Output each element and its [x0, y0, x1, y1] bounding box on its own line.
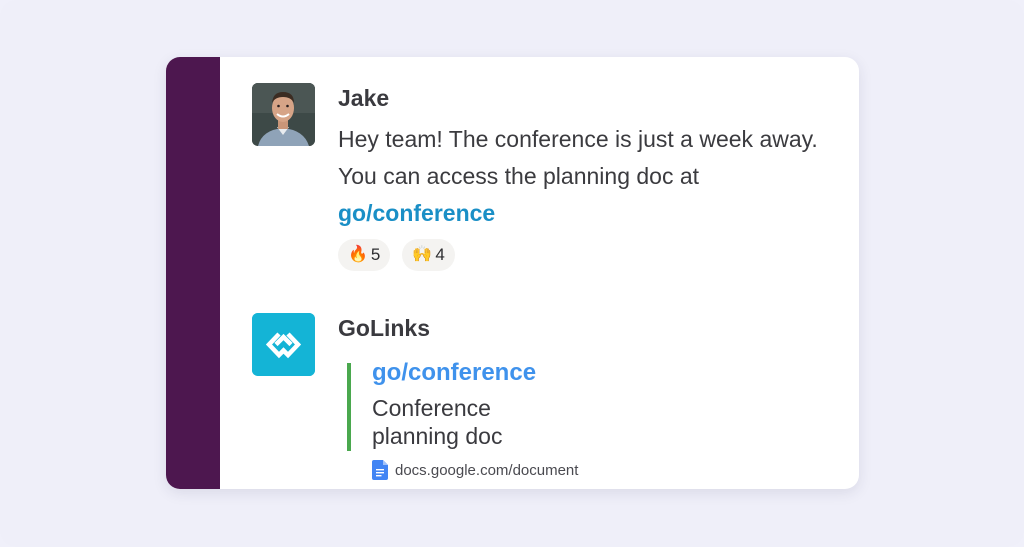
- message-body: Hey team! The conference is just a week …: [338, 126, 818, 189]
- golink-link[interactable]: go/conference: [338, 200, 495, 226]
- golinks-logo-icon[interactable]: [252, 313, 315, 376]
- link-unfurl: go/conference Conference planning doc do…: [347, 360, 578, 480]
- unfurl-source[interactable]: docs.google.com/document: [372, 460, 578, 480]
- chat-card: Jake Hey team! The conference is just a …: [166, 57, 859, 489]
- unfurl-title-link[interactable]: go/conference: [372, 360, 578, 386]
- unfurl-source-url: docs.google.com/document: [395, 461, 579, 479]
- message-text: Hey team! The conference is just a week …: [338, 121, 818, 232]
- google-docs-icon: [372, 460, 388, 480]
- author-name[interactable]: Jake: [338, 85, 389, 112]
- fire-icon: 🔥: [348, 246, 368, 263]
- reactions-bar: 🔥 5 🙌 4: [338, 239, 455, 271]
- unfurl-description: Conference planning doc: [372, 395, 503, 449]
- reaction-count: 5: [370, 245, 381, 264]
- workspace-sidebar-strip: [166, 57, 220, 489]
- raised-hands-icon: 🙌: [412, 246, 433, 263]
- author-name[interactable]: GoLinks: [338, 315, 430, 342]
- reaction-count: 4: [435, 245, 445, 264]
- reaction-fire[interactable]: 🔥 5: [338, 239, 391, 271]
- reaction-raised-hands[interactable]: 🙌 4: [402, 239, 455, 271]
- avatar-jake[interactable]: [252, 83, 315, 146]
